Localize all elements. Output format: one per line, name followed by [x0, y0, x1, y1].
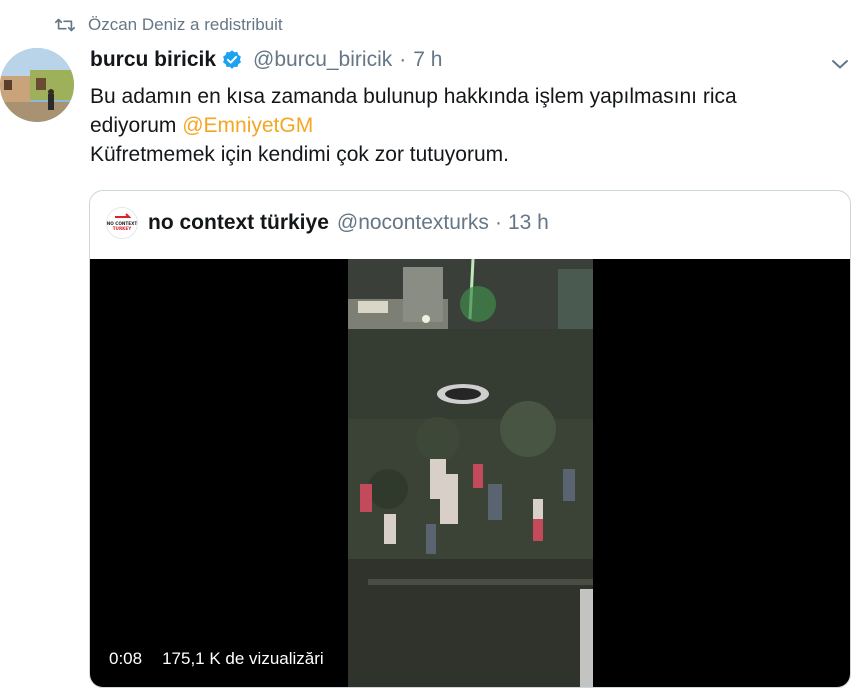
retweet-icon	[55, 18, 75, 32]
author-name[interactable]: burcu biricik	[90, 48, 216, 72]
quoted-avatar[interactable]: NO CONTEXT TURKEY	[106, 207, 138, 239]
retweet-context: Özcan Deniz a redistribuit	[54, 14, 283, 36]
quoted-tweet-header: NO CONTEXT TURKEY no context türkiye @no…	[106, 207, 549, 239]
tweet-text-line: Küfretmemek için kendimi çok zor tutuyor…	[90, 143, 509, 166]
tweet-text-fragment: ediyorum	[90, 114, 183, 137]
quoted-tweet[interactable]: NO CONTEXT TURKEY no context türkiye @no…	[89, 190, 851, 688]
tweet-text: Bu adamın en kısa zamanda bulunup hakkın…	[90, 82, 830, 169]
tweet[interactable]: Özcan Deniz a redistribuit burcu biricik…	[0, 0, 867, 696]
tweet-text-line: ediyorum @EmniyetGM	[90, 111, 830, 140]
avatar[interactable]	[0, 48, 74, 122]
quoted-author-name[interactable]: no context türkiye	[148, 211, 329, 235]
separator-dot: ·	[494, 211, 502, 234]
verified-badge-icon	[223, 50, 241, 69]
quoted-tweet-time[interactable]: 13 h	[508, 211, 549, 235]
video-info: 0:08 175,1 K de vizualizări	[102, 645, 331, 673]
video-thumbnail	[348, 259, 593, 687]
video-views: 175,1 K de vizualizări	[155, 645, 331, 673]
tweet-time[interactable]: 7 h	[413, 48, 442, 72]
separator-dot: ·	[399, 48, 407, 71]
author-handle[interactable]: @burcu_biricik	[253, 48, 392, 72]
tweet-header: burcu biricik @burcu_biricik · 7 h	[90, 48, 442, 72]
avatar-image	[0, 48, 74, 122]
video-frame	[348, 259, 593, 687]
retweet-text[interactable]: Özcan Deniz a redistribuit	[88, 15, 283, 35]
chevron-down-icon[interactable]	[828, 52, 852, 76]
svg-text:TURKEY: TURKEY	[113, 226, 133, 231]
quoted-author-handle[interactable]: @nocontexturks	[337, 211, 489, 235]
video-duration: 0:08	[102, 645, 150, 673]
tweet-text-line: Bu adamın en kısa zamanda bulunup hakkın…	[90, 85, 737, 108]
video-player[interactable]: 0:08 175,1 K de vizualizări	[90, 259, 850, 687]
no-context-logo-icon: NO CONTEXT TURKEY	[107, 208, 137, 238]
mention-link[interactable]: @EmniyetGM	[182, 114, 313, 137]
